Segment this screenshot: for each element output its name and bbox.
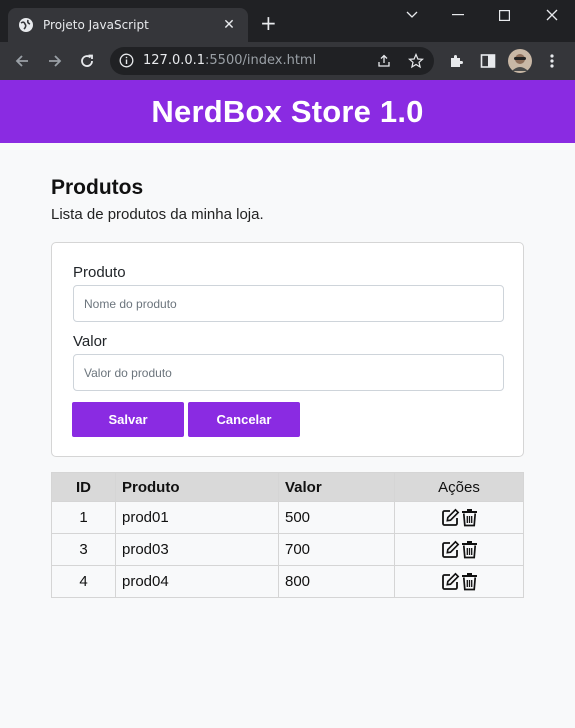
cell-value: 700 bbox=[278, 533, 395, 566]
section-title: Produtos bbox=[51, 176, 144, 199]
maximize-icon[interactable] bbox=[481, 0, 527, 30]
reload-icon[interactable] bbox=[77, 51, 97, 71]
trash-icon[interactable] bbox=[461, 508, 478, 527]
address-bar[interactable]: 127.0.0.1:5500/index.html bbox=[110, 47, 434, 75]
product-label: Produto bbox=[73, 264, 126, 281]
tab-close-icon[interactable]: ✕ bbox=[220, 17, 238, 33]
url-host: 127.0.0.1 bbox=[143, 53, 206, 68]
edit-icon[interactable] bbox=[441, 572, 460, 591]
globe-icon bbox=[18, 17, 34, 33]
cell-product: prod03 bbox=[115, 533, 279, 566]
table-row: 1 prod01 500 bbox=[51, 501, 524, 534]
browser-toolbar: 127.0.0.1:5500/index.html bbox=[0, 42, 575, 80]
cell-product: prod04 bbox=[115, 565, 279, 598]
new-tab-icon[interactable]: + bbox=[260, 13, 277, 33]
cell-actions bbox=[394, 565, 524, 598]
trash-icon[interactable] bbox=[461, 572, 478, 591]
tab-search-icon[interactable] bbox=[389, 0, 435, 30]
cell-actions bbox=[394, 501, 524, 534]
share-icon[interactable] bbox=[374, 51, 394, 71]
bookmark-star-icon[interactable] bbox=[406, 51, 426, 71]
table-row: 4 prod04 800 bbox=[51, 565, 524, 598]
trash-icon[interactable] bbox=[461, 540, 478, 559]
cell-value: 500 bbox=[278, 501, 395, 534]
browser-tabstrip: Projeto JavaScript ✕ + bbox=[0, 0, 575, 42]
page-viewport: NerdBox Store 1.0 Produtos Lista de prod… bbox=[0, 80, 575, 728]
side-panel-icon[interactable] bbox=[478, 51, 498, 71]
site-info-icon[interactable] bbox=[119, 53, 134, 72]
product-value-input[interactable] bbox=[73, 354, 504, 391]
browser-tab[interactable]: Projeto JavaScript ✕ bbox=[8, 8, 248, 42]
address-url: 127.0.0.1:5500/index.html bbox=[143, 53, 316, 68]
cell-actions bbox=[394, 533, 524, 566]
value-label: Valor bbox=[73, 333, 107, 350]
cell-product: prod01 bbox=[115, 501, 279, 534]
cell-value: 800 bbox=[278, 565, 395, 598]
product-name-input[interactable] bbox=[73, 285, 504, 322]
header-value: Valor bbox=[278, 472, 395, 502]
cell-id: 1 bbox=[51, 501, 116, 534]
products-table: ID Produto Valor Ações 1 prod01 500 3 pr… bbox=[51, 472, 524, 598]
save-button[interactable]: Salvar bbox=[72, 402, 184, 437]
table-row: 3 prod03 700 bbox=[51, 533, 524, 566]
store-title: NerdBox Store 1.0 bbox=[151, 93, 424, 129]
header-actions: Ações bbox=[394, 472, 524, 502]
cell-id: 4 bbox=[51, 565, 116, 598]
tab-title: Projeto JavaScript bbox=[43, 18, 149, 32]
close-window-icon[interactable] bbox=[529, 0, 575, 30]
profile-avatar[interactable] bbox=[508, 49, 532, 73]
back-icon[interactable] bbox=[12, 51, 32, 71]
header-id: ID bbox=[51, 472, 116, 502]
header-product: Produto bbox=[115, 472, 279, 502]
table-header-row: ID Produto Valor Ações bbox=[51, 472, 524, 502]
minimize-icon[interactable] bbox=[435, 0, 481, 30]
store-header: NerdBox Store 1.0 bbox=[0, 80, 575, 143]
product-form-card: Produto Valor Salvar Cancelar bbox=[51, 242, 524, 457]
url-path: :5500/index.html bbox=[205, 53, 317, 68]
products-section: Produtos Lista de produtos da minha loja… bbox=[51, 176, 524, 598]
menu-kebab-icon[interactable] bbox=[542, 51, 562, 71]
forward-icon[interactable] bbox=[45, 51, 65, 71]
cell-id: 3 bbox=[51, 533, 116, 566]
extensions-icon[interactable] bbox=[446, 51, 466, 71]
cancel-button[interactable]: Cancelar bbox=[188, 402, 300, 437]
edit-icon[interactable] bbox=[441, 540, 460, 559]
edit-icon[interactable] bbox=[441, 508, 460, 527]
section-subtitle: Lista de produtos da minha loja. bbox=[51, 206, 264, 223]
